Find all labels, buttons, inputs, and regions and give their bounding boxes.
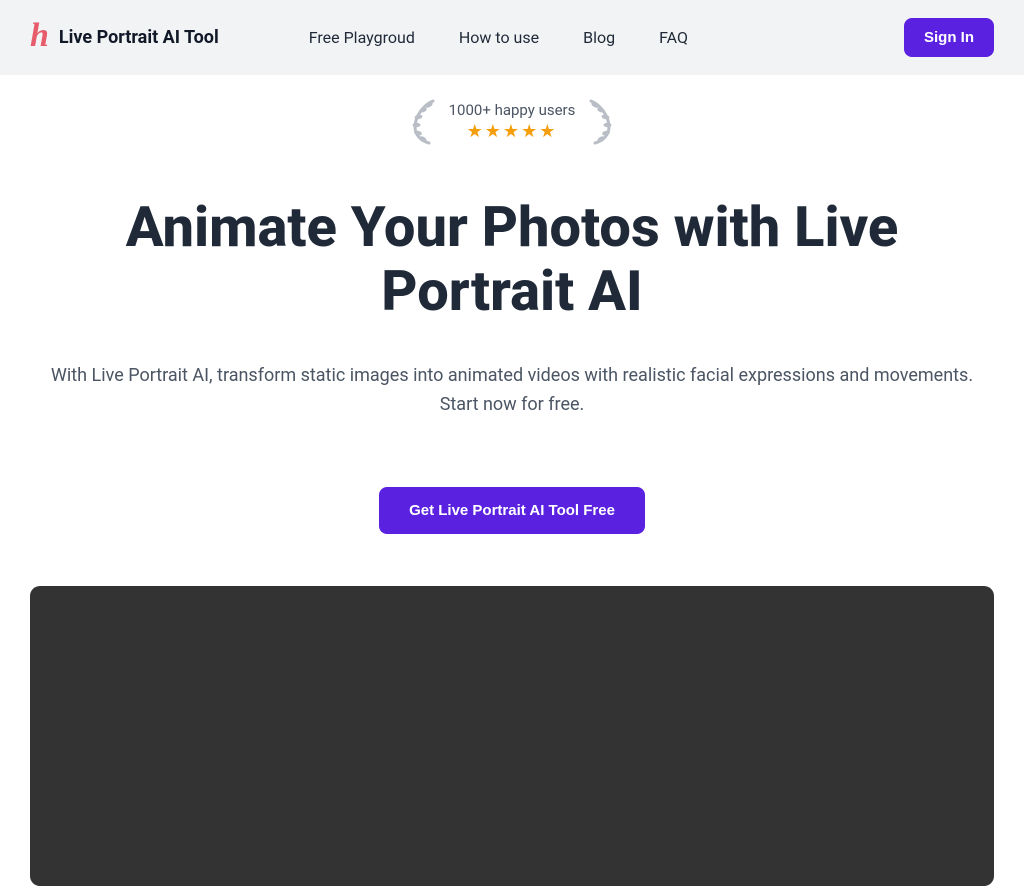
nav-faq[interactable]: FAQ <box>659 28 688 47</box>
hero-title: Animate Your Photos with Live Portrait A… <box>80 195 944 324</box>
nav-blog[interactable]: Blog <box>583 28 615 47</box>
logo-icon: h <box>30 19 49 53</box>
hero-subtitle: With Live Portrait AI, transform static … <box>40 362 984 420</box>
video-placeholder[interactable] <box>30 586 994 886</box>
brand[interactable]: h Live Portrait AI Tool <box>30 21 219 55</box>
nav-free-playground[interactable]: Free Playgroud <box>309 28 415 47</box>
brand-text: Live Portrait AI Tool <box>59 27 219 48</box>
cta-button[interactable]: Get Live Portrait AI Tool Free <box>379 487 645 534</box>
social-proof-badge: 1000+ happy users ★★★★★ <box>0 97 1024 145</box>
badge-text: 1000+ happy users <box>449 101 576 119</box>
laurel-left-icon <box>405 97 439 145</box>
header: h Live Portrait AI Tool Free Playgroud H… <box>0 0 1024 75</box>
signin-button[interactable]: Sign In <box>904 18 994 57</box>
nav-how-to-use[interactable]: How to use <box>459 28 539 47</box>
main-nav: Free Playgroud How to use Blog FAQ <box>309 28 688 47</box>
stars-icon: ★★★★★ <box>449 121 576 142</box>
laurel-right-icon <box>585 97 619 145</box>
